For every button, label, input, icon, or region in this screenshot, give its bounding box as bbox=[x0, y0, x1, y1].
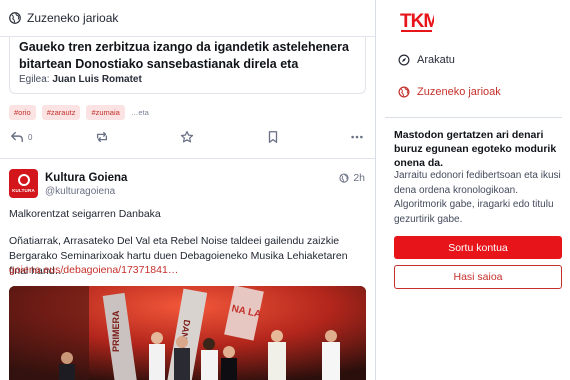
bookmark-icon bbox=[268, 131, 278, 143]
star-icon bbox=[180, 130, 194, 143]
column-header: Zuzeneko jarioak bbox=[0, 0, 375, 37]
signup-description: Jarraitu edonori fedibertsoan eta ikusi … bbox=[394, 170, 561, 225]
compass-icon bbox=[398, 54, 410, 66]
signup-button[interactable]: Sortu kontua bbox=[394, 236, 562, 259]
avatar-text: KULTURA bbox=[12, 188, 35, 193]
kultura-logo-icon bbox=[17, 174, 30, 186]
hashtag-tag[interactable]: #zumaia bbox=[86, 105, 125, 120]
signup-heading: Mastodon gertatzen ari denari buruz egun… bbox=[394, 129, 557, 169]
card-author-label: Egilea: bbox=[19, 74, 50, 85]
reply-button[interactable]: 0 bbox=[10, 128, 32, 146]
logo-text: TKM bbox=[400, 11, 434, 32]
card-author: Egilea: Juan Luis Romatet bbox=[19, 74, 142, 85]
media-image[interactable]: PRIMERA DANBAKA NA LA bbox=[9, 286, 366, 380]
globe-icon bbox=[398, 86, 410, 98]
post-timestamp[interactable]: 2h bbox=[339, 172, 365, 184]
nav-live-feeds[interactable]: Zuzeneko jarioak bbox=[398, 86, 501, 98]
more-button[interactable] bbox=[350, 128, 364, 146]
bookmark-button[interactable] bbox=[266, 128, 280, 146]
nav-explore[interactable]: Arakatu bbox=[398, 54, 455, 66]
card-title[interactable]: Gaueko tren zerbitzua izango da igandeti… bbox=[19, 39, 369, 73]
hashtag-tag[interactable]: #orio bbox=[9, 105, 36, 120]
sidebar: TKM Arakatu Zuzeneko jarioak Mastodon ge… bbox=[377, 0, 570, 380]
status-action-bar: 0 bbox=[10, 128, 370, 148]
globe-icon bbox=[9, 12, 21, 24]
column-title: Zuzeneko jarioak bbox=[27, 11, 119, 25]
favourite-button[interactable] bbox=[180, 128, 194, 146]
reply-count: 0 bbox=[28, 132, 33, 142]
main-column: Zuzeneko jarioak Gaueko tren zerbitzua i… bbox=[0, 0, 376, 380]
boost-button[interactable] bbox=[95, 128, 109, 146]
hashtag-bar: #orio #zarautz #zumaia …eta bbox=[9, 105, 149, 120]
nav-explore-label: Arakatu bbox=[417, 54, 455, 66]
login-button[interactable]: Hasi saioa bbox=[394, 265, 562, 289]
sidebar-divider bbox=[385, 117, 562, 118]
account-handle[interactable]: @kulturagoiena bbox=[45, 186, 115, 197]
more-icon bbox=[351, 135, 363, 139]
banner-text-primera: PRIMERA bbox=[111, 310, 121, 352]
post-link[interactable]: goiena.eus/debagoiena/17371841… bbox=[9, 264, 178, 276]
avatar[interactable]: KULTURA bbox=[9, 169, 38, 198]
globe-icon bbox=[339, 173, 349, 183]
display-name[interactable]: Kultura Goiena bbox=[45, 172, 127, 184]
concert-photo: PRIMERA DANBAKA NA LA bbox=[9, 286, 366, 380]
status-divider bbox=[0, 158, 375, 159]
reply-icon bbox=[11, 131, 23, 143]
card-author-name[interactable]: Juan Luis Romatet bbox=[52, 74, 141, 85]
hashtag-more[interactable]: …eta bbox=[131, 108, 149, 117]
nav-live-label: Zuzeneko jarioak bbox=[417, 86, 501, 98]
tkm-logo[interactable]: TKM bbox=[400, 7, 434, 33]
post-lead: Malkorentzat seigarren Danbaka bbox=[9, 208, 161, 220]
post-time: 2h bbox=[353, 172, 365, 184]
hashtag-tag[interactable]: #zarautz bbox=[41, 105, 81, 120]
boost-icon bbox=[96, 131, 108, 143]
